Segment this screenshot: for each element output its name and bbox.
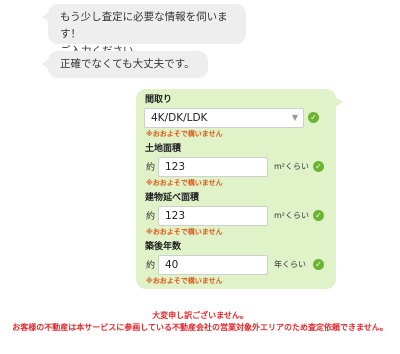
madori-select[interactable]: 4K/DK/LDK ▼ — [144, 107, 304, 128]
property-details-form: 間取り 4K/DK/LDK ▼ ✓ ※おおよそで構いません 土地面積 約 123… — [136, 89, 343, 289]
land-area-unit: m²くらい — [274, 162, 309, 171]
building-age-unit: 年くらい — [274, 260, 306, 269]
chat-message-request-info: もう少し査定に必要な情報を伺います！ ご入力ください。 — [42, 4, 246, 57]
land-area-label: 土地面積 — [145, 144, 182, 154]
check-circle-icon: ✓ — [313, 210, 324, 221]
building-age-hint: ※おおよそで構いません — [146, 277, 223, 285]
building-age-label: 築後年数 — [145, 242, 182, 252]
land-area-input[interactable]: 123 — [158, 156, 268, 177]
floor-area-input[interactable]: 123 — [158, 205, 268, 226]
floor-area-unit: m²くらい — [274, 211, 309, 220]
chat-message-line: もう少し査定に必要な情報を伺います！ — [60, 11, 228, 40]
floor-area-label: 建物延べ面積 — [145, 193, 200, 203]
building-age-input[interactable]: 40 — [158, 254, 268, 275]
madori-selected-value: 4K/DK/LDK — [151, 111, 208, 124]
chevron-down-icon: ▼ — [291, 112, 298, 122]
madori-label: 間取り — [145, 95, 173, 105]
check-circle-icon: ✓ — [308, 112, 319, 123]
floor-area-prefix: 約 — [146, 212, 156, 222]
check-circle-icon: ✓ — [313, 161, 324, 172]
error-line: 大変申し訳ございません。 — [152, 311, 248, 320]
madori-hint: ※おおよそで構いません — [146, 130, 223, 138]
chat-message-line: 正確でなくても大丈夫です。 — [60, 58, 195, 70]
out-of-area-error: 大変申し訳ございません。 お客様の不動産は本サービスに参画している不動産会社の営… — [0, 310, 400, 334]
floor-area-hint: ※おおよそで構いません — [146, 228, 223, 236]
error-line: お客様の不動産は本サービスに参画している不動産会社の営業対象外エリアのため査定依… — [12, 323, 388, 332]
building-age-prefix: 約 — [146, 261, 156, 271]
chat-message-reassurance: 正確でなくても大丈夫です。 — [42, 51, 208, 78]
check-circle-icon: ✓ — [313, 259, 324, 270]
land-area-prefix: 約 — [146, 163, 156, 173]
land-area-hint: ※おおよそで構いません — [146, 179, 223, 187]
